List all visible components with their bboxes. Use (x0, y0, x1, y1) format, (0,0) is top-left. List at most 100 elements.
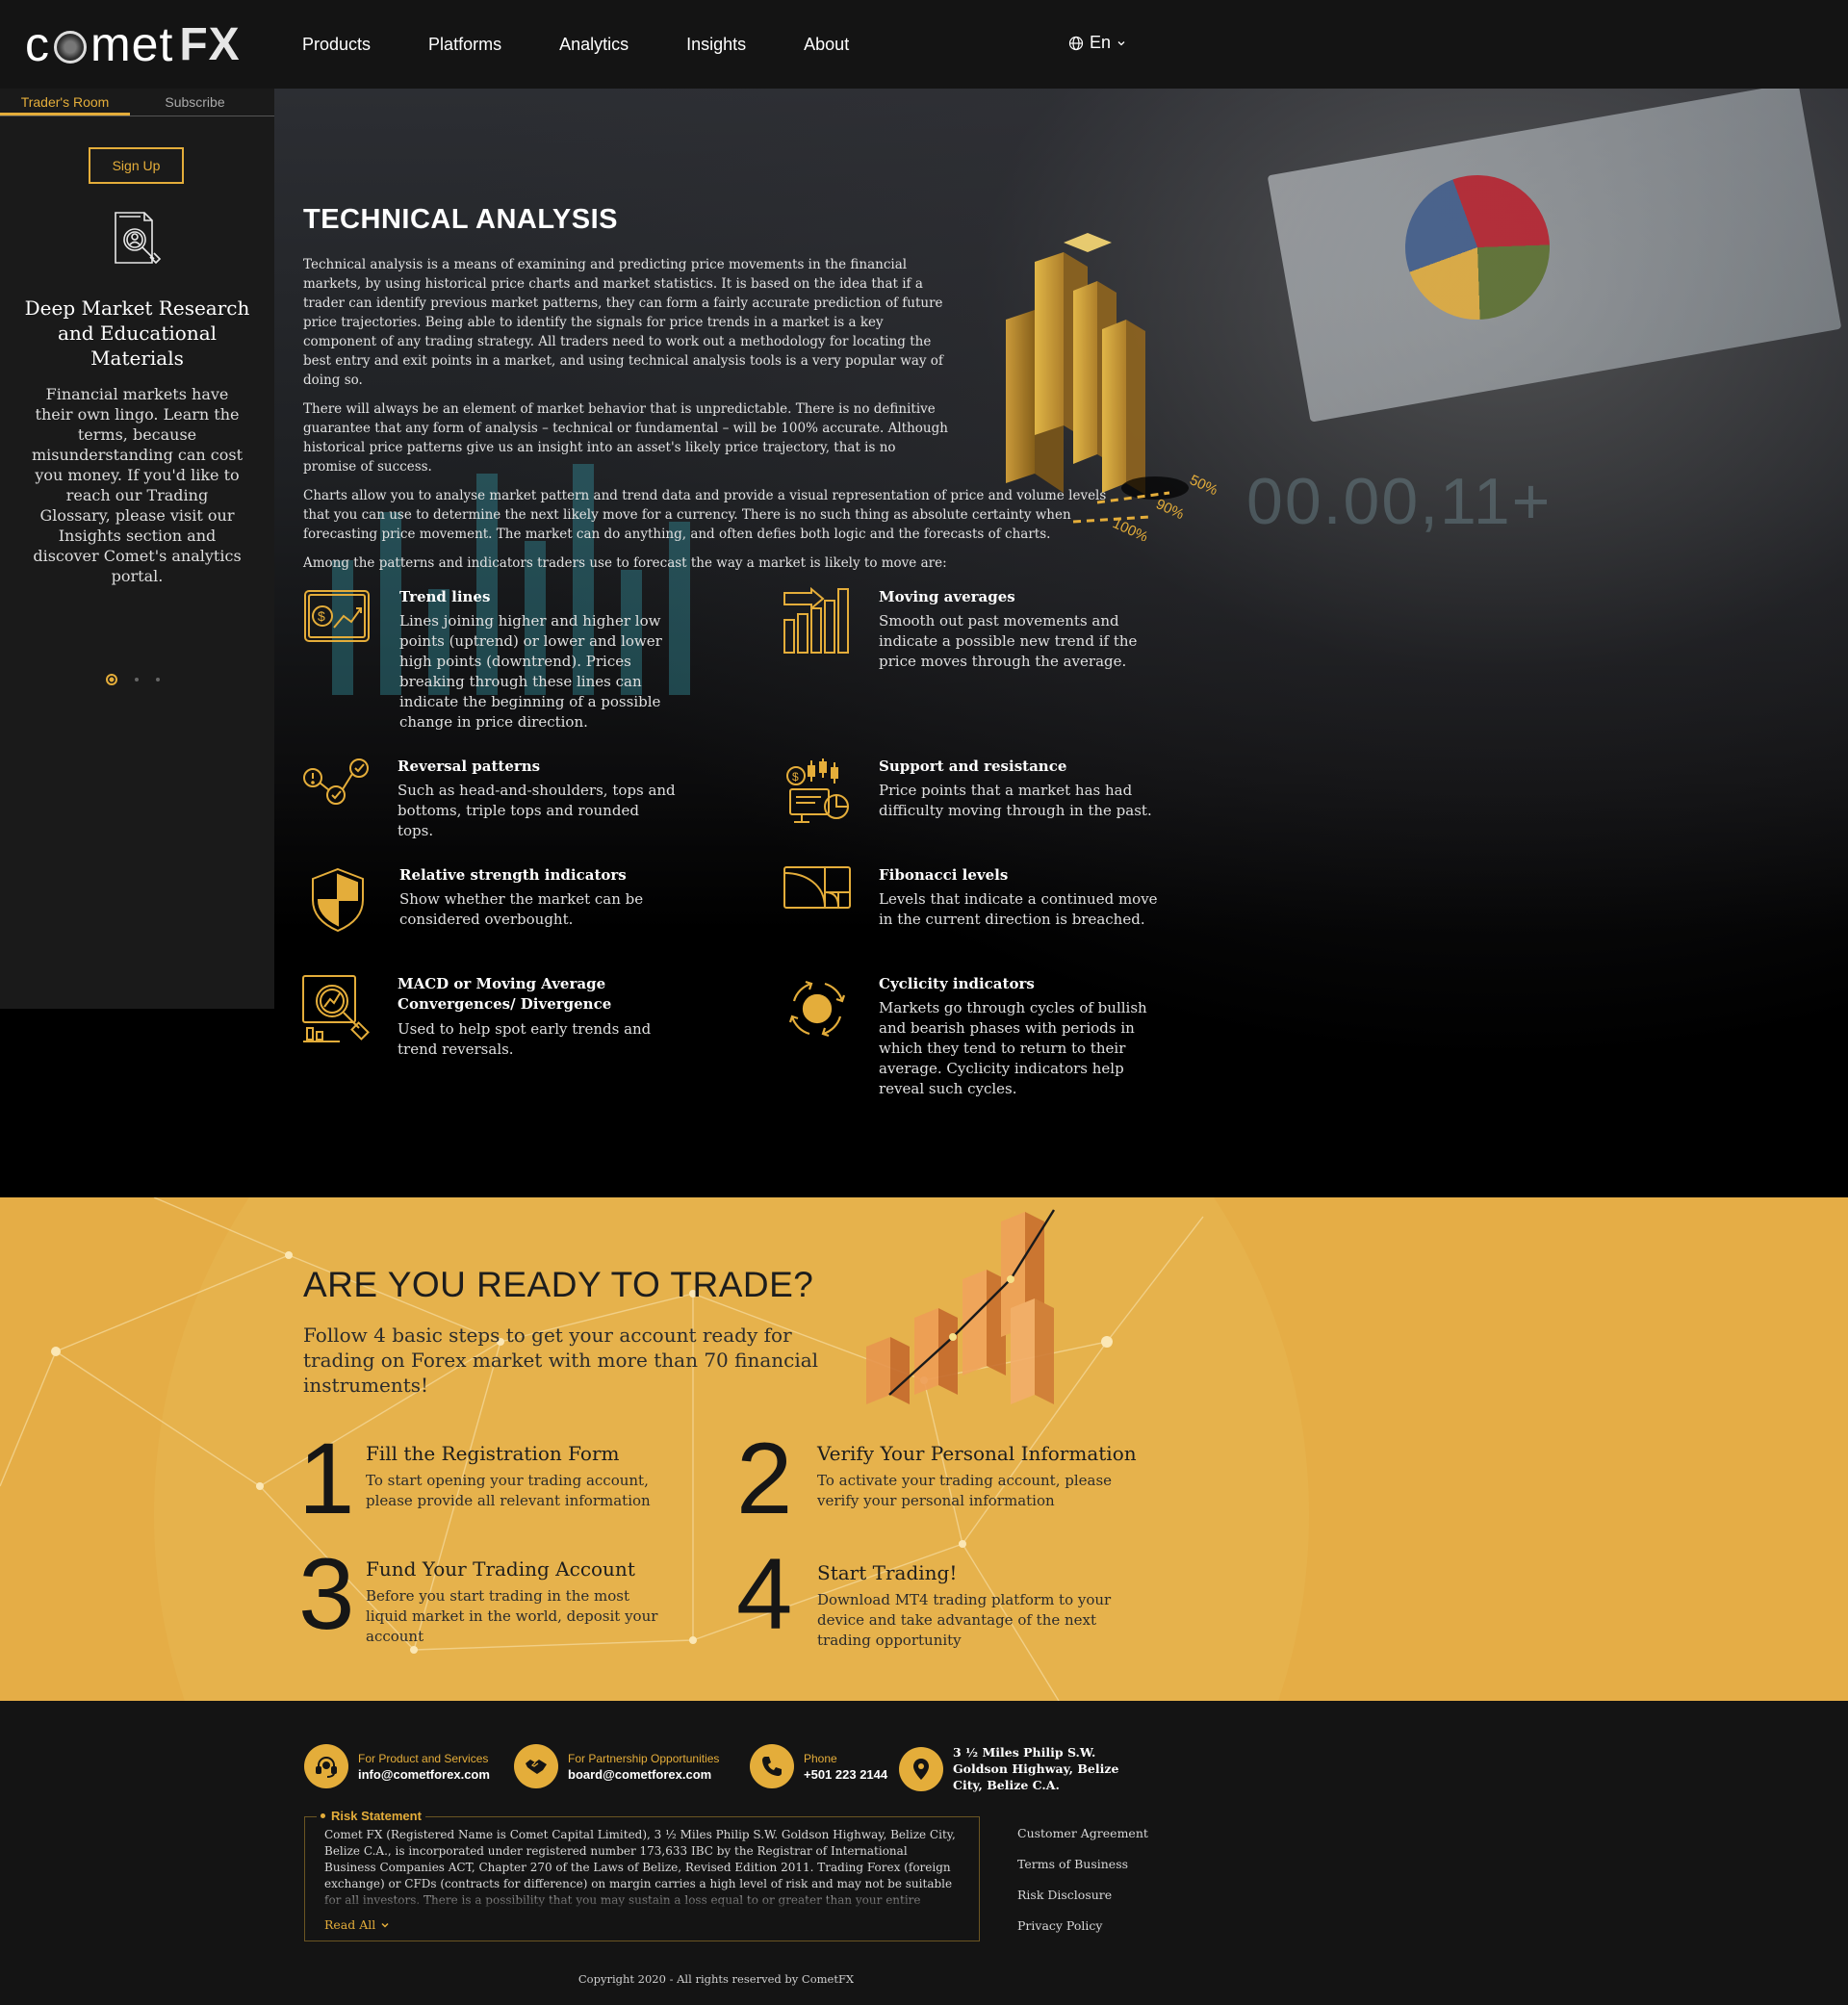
risk-statement-heading: Risk Statement (317, 1809, 425, 1823)
step-title: Verify Your Personal Information (817, 1442, 1137, 1465)
nav-products[interactable]: Products (302, 35, 371, 55)
ready-subtitle: Follow 4 basic steps to get your account… (303, 1324, 819, 1397)
contact-phone-number[interactable]: +501 223 2144 (804, 1767, 887, 1782)
carousel-dot-1[interactable] (106, 674, 117, 685)
sidebar-title: Deep Market Research and Educational Mat… (24, 296, 250, 370)
customer-agreement-link[interactable]: Customer Agreement (1017, 1826, 1148, 1840)
reversal-icon (303, 758, 369, 805)
logo-text-c: c (25, 17, 50, 71)
indicator-title: Moving averages (879, 588, 1015, 605)
indicator-title: Trend lines (399, 588, 491, 605)
contact-email[interactable]: info@cometforex.com (358, 1767, 490, 1782)
step-title: Fill the Registration Form (366, 1442, 620, 1465)
risk-statement-box: Risk Statement Comet FX (Registered Name… (304, 1809, 980, 1941)
chevron-down-icon (1117, 40, 1125, 45)
carousel-dot-2[interactable] (135, 678, 139, 681)
bullet-icon (321, 1813, 325, 1818)
indicator-text: Such as head-and-shoulders, tops and bot… (398, 782, 676, 839)
indicator-text: Used to help spot early trends and trend… (398, 1020, 652, 1058)
step-number: 2 (736, 1423, 793, 1535)
sidebar-description: Financial markets have their own lingo. … (31, 385, 244, 585)
comet-logo-icon (54, 31, 87, 64)
step-number: 3 (298, 1538, 355, 1651)
indicator-title: Fibonacci levels (879, 866, 1009, 884)
chart-label-90: 90% (1153, 496, 1186, 523)
carousel-dots (106, 674, 160, 685)
site-footer: For Product and Services info@cometforex… (0, 1701, 1848, 2005)
indicator-text: Markets go through cycles of bullish and… (879, 999, 1147, 1097)
cycle-icon (788, 980, 846, 1038)
risk-disclosure-link[interactable]: Risk Disclosure (1017, 1888, 1148, 1902)
nav-about[interactable]: About (804, 35, 849, 55)
chart-label-50: 50% (1187, 472, 1219, 499)
copyright: Copyright 2020 - All rights reserved by … (578, 1972, 855, 1986)
tab-subscribe[interactable]: Subscribe (130, 89, 260, 116)
indicators-intro: Among the patterns and indicators trader… (303, 555, 947, 571)
step-title: Fund Your Trading Account (366, 1557, 635, 1581)
growth-chart-icon (866, 1209, 1056, 1404)
indicator-title: Reversal patterns (398, 758, 541, 775)
comet-fx-logo[interactable]: c met FX (25, 17, 241, 71)
indicator-text: Price points that a market has had diffi… (879, 782, 1152, 819)
read-all-link[interactable]: Read All (324, 1917, 390, 1932)
location-pin-icon (899, 1746, 943, 1791)
carousel-dot-3[interactable] (156, 678, 160, 681)
logo-text-met: met (90, 17, 174, 71)
privacy-policy-link[interactable]: Privacy Policy (1017, 1918, 1148, 1933)
shield-icon (312, 867, 364, 933)
ready-to-trade-section: ARE YOU READY TO TRADE? Follow 4 basic s… (0, 1197, 1848, 1701)
contact-partnership: For Partnership Opportunities board@come… (514, 1744, 719, 1788)
svg-text:$: $ (792, 770, 799, 784)
svg-text:$: $ (318, 608, 325, 624)
indicator-title: Support and resistance (879, 758, 1067, 775)
indicator-title: Relative strength indicators (399, 866, 627, 884)
logo-text-fx: FX (179, 18, 241, 70)
language-selector[interactable]: En (1068, 33, 1126, 53)
phone-icon (750, 1744, 794, 1788)
support-resistance-icon: $ (786, 758, 849, 823)
tab-traders-room[interactable]: Trader's Room (0, 89, 130, 116)
step-number: 4 (736, 1538, 793, 1651)
nav-insights[interactable]: Insights (686, 35, 746, 55)
nav-platforms[interactable]: Platforms (428, 35, 501, 55)
read-all-label: Read All (324, 1917, 376, 1932)
section-title: TECHNICAL ANALYSIS (303, 204, 618, 235)
fibonacci-icon (783, 866, 851, 909)
step-title: Start Trading! (817, 1561, 958, 1584)
moving-average-icon (783, 587, 849, 654)
indicator-text: Show whether the market can be considere… (399, 890, 644, 928)
ticker-readout: 00.00,11+ (1246, 465, 1553, 538)
dollar-trend-icon: $ (304, 590, 370, 642)
indicator-text: Lines joining higher and higher low poin… (399, 612, 662, 731)
contact-label: For Partnership Opportunities (568, 1751, 720, 1765)
terms-of-business-link[interactable]: Terms of Business (1017, 1857, 1148, 1871)
risk-statement-text: Comet FX (Registered Name is Comet Capit… (324, 1828, 956, 1907)
chart-paper-image (1267, 89, 1842, 423)
contact-label: Phone (804, 1751, 837, 1765)
sign-up-button[interactable]: Sign Up (89, 147, 184, 184)
step-number: 1 (298, 1423, 355, 1535)
research-document-icon (115, 212, 162, 265)
indicator-title: Cyclicity indicators (879, 975, 1035, 992)
risk-title: Risk Statement (331, 1809, 422, 1823)
contact-phone: Phone +501 223 2144 (750, 1744, 887, 1788)
step-text: Download MT4 trading platform to your de… (817, 1591, 1112, 1649)
nav-analytics[interactable]: Analytics (559, 35, 629, 55)
intro-paragraph: Technical analysis is a means of examini… (303, 257, 943, 388)
sidebar-tabs: Trader's Room Subscribe (0, 89, 274, 116)
contact-products: For Product and Services info@cometforex… (304, 1744, 490, 1788)
step-text: Before you start trading in the most liq… (366, 1587, 658, 1645)
magnifier-chart-icon (302, 975, 370, 1042)
traders-sidebar: Trader's Room Subscribe Sign Up Deep Mar… (0, 89, 274, 1009)
contact-address: 3 ½ Miles Philip S.W. Goldson Highway, B… (899, 1744, 1150, 1793)
step-text: To start opening your trading account, p… (366, 1472, 651, 1509)
step-text: To activate your trading account, please… (817, 1472, 1113, 1509)
charts-paragraph: Charts allow you to analyse market patte… (303, 488, 1107, 542)
indicator-text: Smooth out past movements and indicate a… (879, 612, 1138, 670)
handshake-icon (514, 1744, 558, 1788)
language-label: En (1090, 33, 1112, 52)
indicator-title: MACD or Moving Average Convergences/ Div… (398, 975, 612, 1013)
contact-label: For Product and Services (358, 1751, 489, 1765)
indicator-text: Levels that indicate a continued move in… (879, 890, 1158, 928)
contact-email[interactable]: board@cometforex.com (568, 1767, 719, 1782)
